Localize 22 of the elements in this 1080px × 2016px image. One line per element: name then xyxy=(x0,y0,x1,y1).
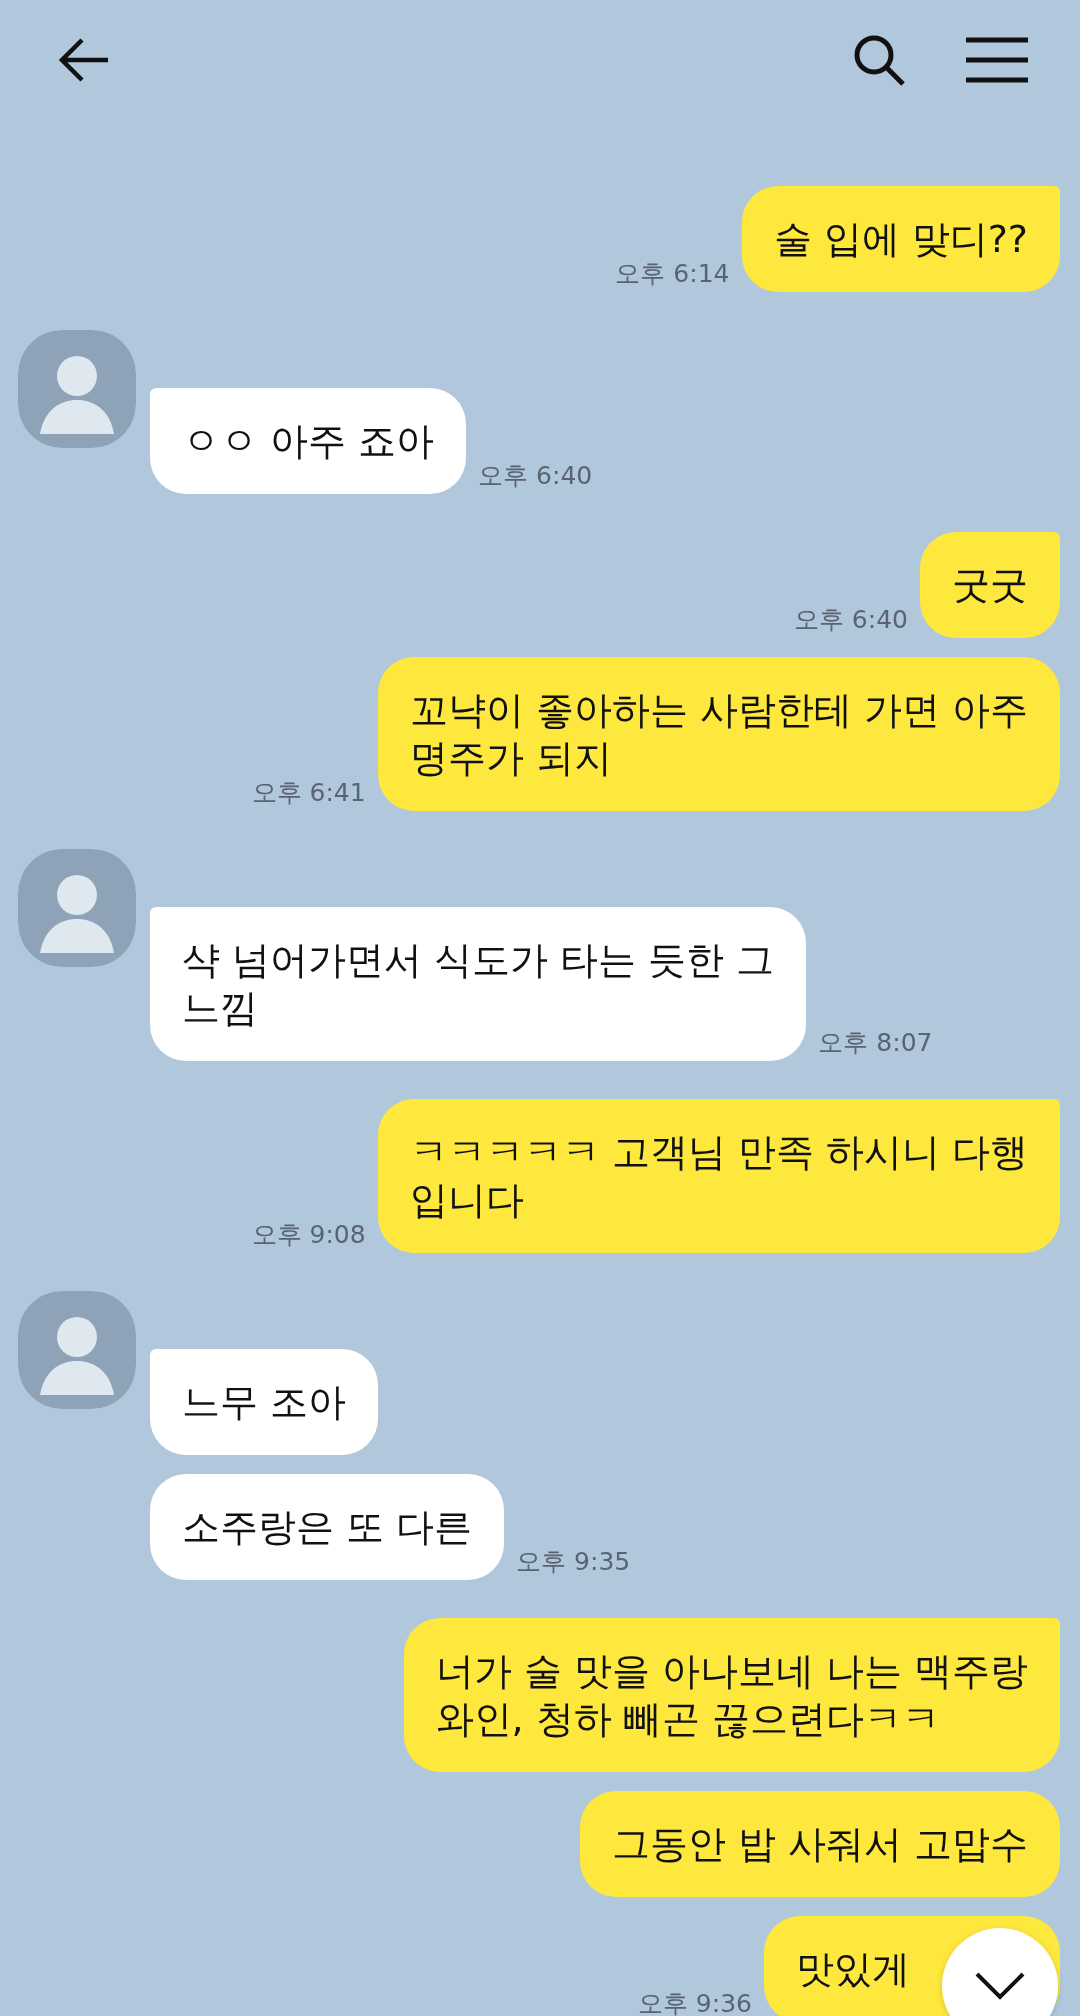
message-time: 오후 8:07 xyxy=(818,1027,933,1059)
message-time: 오후 6:41 xyxy=(251,777,366,809)
message-bubble: 샥 넘어가면서 식도가 타는 듯한 그 느낌 xyxy=(150,907,807,1061)
message-bubble: ㅇㅇ 아주 죠아 xyxy=(150,388,467,494)
message-bubble: 그동안 밥 사줘서 고맙수 xyxy=(579,1791,1060,1897)
menu-icon[interactable] xyxy=(966,37,1028,83)
message-bubble: 너가 술 맛을 아나보네 나는 맥주랑 와인, 청하 빼곤 끊으련다ㅋㅋ xyxy=(403,1618,1060,1772)
message-time: 오후 9:35 xyxy=(516,1546,631,1578)
message-bubble: 느무 조아 xyxy=(150,1349,379,1455)
message-time: 오후 9:08 xyxy=(251,1219,366,1251)
message-time: 오후 6:40 xyxy=(478,460,593,492)
message-bubble: 술 입에 맞디?? xyxy=(741,186,1060,292)
message-bubble: ㅋㅋㅋㅋㅋ 고객님 만족 하시니 다행 입니다 xyxy=(377,1099,1060,1253)
message-time: 오후 6:40 xyxy=(793,604,908,636)
message-bubble: 굿굿 xyxy=(920,532,1060,638)
message-time: 오후 9:36 xyxy=(637,1988,752,2016)
chevron-down-icon xyxy=(974,1971,1026,2001)
message-time: 오후 6:14 xyxy=(615,258,730,290)
message-bubble: 꼬냑이 좋아하는 사람한테 가면 아주 명주가 되지 xyxy=(377,657,1060,811)
message-bubble: 소주랑은 또 다른 xyxy=(150,1474,505,1580)
search-icon[interactable] xyxy=(852,33,906,87)
back-icon[interactable] xyxy=(58,38,110,82)
